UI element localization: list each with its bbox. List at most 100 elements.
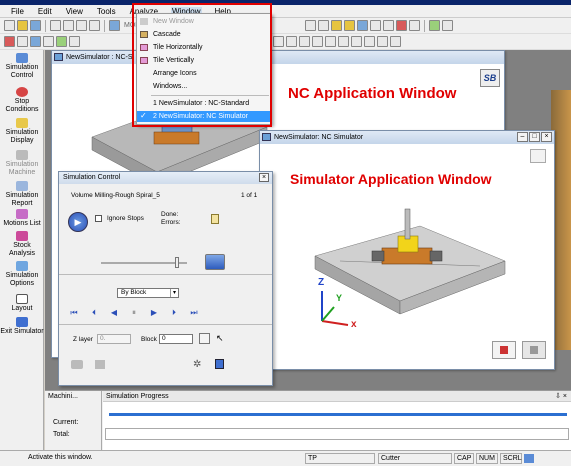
surface-icon[interactable] [286,36,297,47]
close-button[interactable]: × [259,173,269,182]
ignore-stops-checkbox[interactable] [95,215,102,222]
menu-edit[interactable]: Edit [37,7,53,16]
view-red-button[interactable] [492,341,516,359]
rotate-icon[interactable] [30,36,41,47]
light-icon[interactable] [330,20,342,31]
operation-counter: 1 of 1 [241,192,258,199]
window-icon [54,53,63,61]
sidebar-item-simulation-display[interactable]: Simulation Display [0,118,44,145]
minimize-button[interactable]: – [517,132,528,142]
sidebar-item-stock-analysis[interactable]: Stock Analysis [0,231,44,258]
machining-tab[interactable]: Machini... [48,393,78,400]
z-layer-field[interactable]: 0. [97,334,131,344]
simulation-progress-title: Simulation Progress [106,393,169,400]
view-box2-icon[interactable] [317,20,329,31]
axis-x-label: x [351,319,357,330]
sidebar-item-stop-conditions[interactable]: Stop Conditions [0,87,44,114]
model-icon[interactable] [109,20,120,31]
sim-window-title-bar[interactable]: NewSimulator: NC Simulator – □ × [260,131,554,144]
sidebar-item-exit-simulator[interactable]: Exit Simulator [0,317,44,336]
move-icon[interactable] [43,36,54,47]
pause-button[interactable]: ⏸ [129,308,139,318]
sidebar-item-label: Simulation Display [5,129,39,144]
view-box-icon[interactable] [304,20,316,31]
paste-icon[interactable] [89,20,100,31]
machine-icon [16,150,28,160]
exit-icon[interactable] [215,359,224,369]
view-shade-button[interactable] [522,341,546,359]
status-cap: CAP [454,453,474,464]
rewind-start-button[interactable]: ⏮ [69,308,79,318]
zoom-icon[interactable] [390,36,401,47]
camera-icon[interactable] [205,254,225,270]
back-button[interactable]: ◀ [109,308,119,318]
menu-tools[interactable]: Tools [96,7,117,16]
block-angle-icon[interactable] [199,333,210,344]
print-icon[interactable] [50,20,61,31]
step-mode-select[interactable]: By Block ▾ [117,288,179,298]
copy-icon[interactable] [76,20,87,31]
save-icon[interactable] [30,20,41,31]
open-folder-icon[interactable] [17,20,28,31]
panel-pin-close[interactable]: ⇩ × [555,391,567,402]
forward-end-button[interactable]: ⏭ [189,308,199,318]
pointer-icon[interactable] [441,20,453,31]
settings-icon[interactable]: ✲ [193,359,201,370]
machine-settings-icon[interactable] [530,149,546,163]
check-icon[interactable] [428,20,440,31]
bottom-panel: Machini... Simulation Progress ⇩ × Curre… [45,390,571,451]
pointer-icon[interactable]: ↖ [216,333,224,344]
speed-slider-thumb[interactable] [175,257,179,268]
menu-file[interactable]: File [10,7,25,16]
sidebar-item-layout[interactable]: Layout [0,294,44,313]
sidebar-item-simulation-control[interactable]: Simulation Control [0,53,44,80]
nc-window-title-bar[interactable]: NewSimulator : NC-S [52,51,504,64]
simulation-control-title-bar[interactable]: Simulation Control × [59,172,272,184]
curve-icon[interactable] [273,36,284,47]
ignore-stops-label: Ignore Stops [107,215,144,222]
wire-icon[interactable] [351,36,362,47]
status-num: NUM [476,453,498,464]
select-icon[interactable] [17,36,28,47]
sidebar-item-motions-list[interactable]: Motions List [0,209,44,228]
shade-icon[interactable] [338,36,349,47]
toolbar-row-1: MODEL [0,18,571,34]
sidebar-item-label: Motions List [3,220,41,227]
play-button[interactable]: ▶ [68,212,88,232]
sidebar-item-label: Simulation Control [5,64,39,79]
cylinder-icon[interactable] [325,36,336,47]
delete-icon[interactable] [4,36,15,47]
maximize-button[interactable]: □ [529,132,540,142]
machine-gray-icon[interactable] [71,360,83,369]
tool-icon[interactable] [395,20,407,31]
forward-button[interactable]: ▶ [149,308,159,318]
block-field[interactable]: 0 [159,334,193,344]
simulator-application-window[interactable]: NewSimulator: NC Simulator – □ × Simulat… [259,130,555,370]
hidden-icon[interactable] [364,36,375,47]
exit-icon [16,317,28,327]
sidebar-item-simulation-machine[interactable]: Simulation Machine [0,150,44,177]
section-icon[interactable] [377,36,388,47]
grid-icon[interactable] [369,20,381,31]
report-icon[interactable] [211,214,219,224]
solid-icon[interactable] [299,36,310,47]
chevron-down-icon: ▾ [170,289,178,297]
sidebar-item-simulation-report[interactable]: Simulation Report [0,181,44,208]
bulb-icon[interactable] [343,20,355,31]
new-file-icon[interactable] [4,20,15,31]
globe-icon[interactable] [356,20,368,31]
current-label: Current: [53,419,79,426]
status-tp: TP [305,453,375,464]
tools-gray-icon[interactable] [95,360,105,369]
measure-icon[interactable] [69,36,80,47]
edit-icon[interactable] [56,36,67,47]
table-icon[interactable] [382,20,394,31]
menu-view[interactable]: View [65,7,84,16]
step-back-button[interactable]: ⏴ [89,308,99,318]
layer-icon[interactable] [408,20,420,31]
box-icon[interactable] [312,36,323,47]
close-button[interactable]: × [541,132,552,142]
sidebar-item-simulation-options[interactable]: Simulation Options [0,261,44,288]
step-forward-button[interactable]: ⏵ [169,308,179,318]
cut-icon[interactable] [63,20,74,31]
